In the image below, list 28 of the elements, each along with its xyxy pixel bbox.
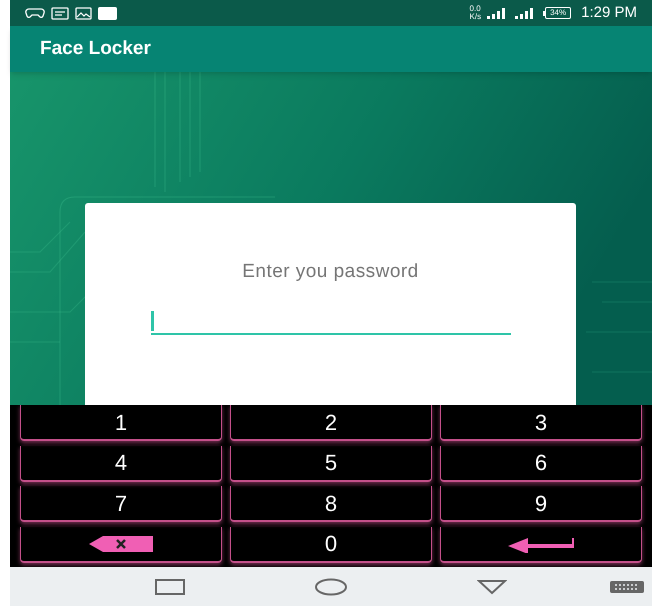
message-icon xyxy=(51,6,69,20)
digit-key[interactable]: 5 xyxy=(230,446,432,482)
digit-key[interactable]: 2 xyxy=(230,405,432,441)
notification-icon xyxy=(98,6,117,20)
digit-key[interactable]: 4 xyxy=(20,446,222,482)
home-icon[interactable] xyxy=(315,578,347,596)
enter-key[interactable] xyxy=(440,526,642,562)
recents-icon[interactable] xyxy=(155,578,185,594)
network-speed-value: 0.0 xyxy=(470,5,482,13)
backspace-icon xyxy=(89,534,153,552)
clock: 1:29 PM xyxy=(581,2,637,23)
digit-key[interactable]: 3 xyxy=(440,405,642,441)
digit-key[interactable]: 0 xyxy=(230,526,432,562)
app-title: Face Locker xyxy=(40,36,151,61)
digit-key[interactable]: 6 xyxy=(440,446,642,482)
password-field[interactable] xyxy=(150,308,510,334)
delete-key[interactable] xyxy=(20,526,222,562)
dialog-prompt: Enter you password xyxy=(242,260,419,284)
digit-key[interactable]: 8 xyxy=(230,486,432,522)
network-speed-unit: K/s xyxy=(470,13,482,21)
digit-key[interactable]: 1 xyxy=(20,405,222,441)
digit-key[interactable]: 7 xyxy=(20,486,222,522)
gamepad-icon xyxy=(25,7,45,19)
digit-key[interactable]: 9 xyxy=(440,486,642,522)
back-icon[interactable] xyxy=(477,578,507,594)
battery-icon: 34% xyxy=(543,7,572,19)
image-icon xyxy=(75,6,92,20)
keyboard-icon[interactable] xyxy=(610,580,644,592)
